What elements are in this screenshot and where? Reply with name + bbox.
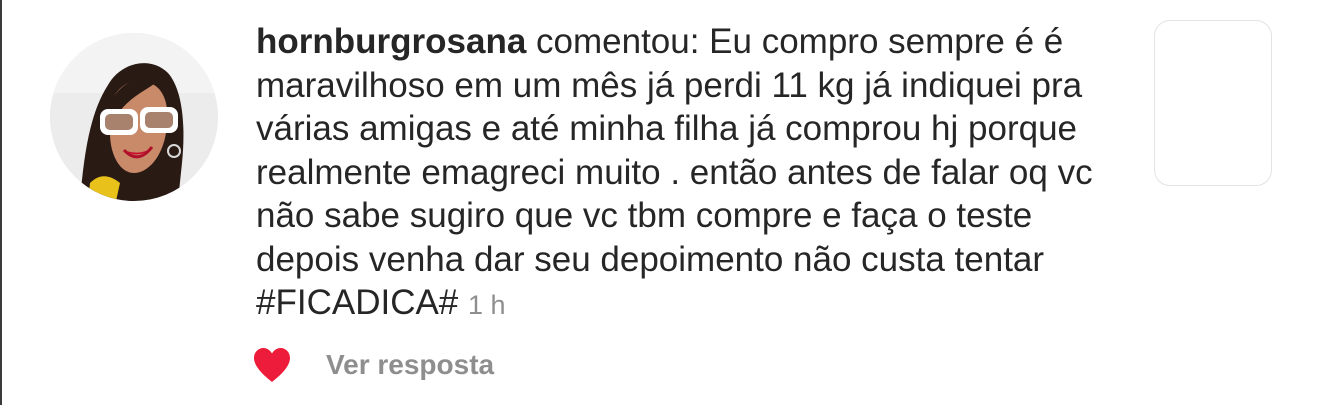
avatar[interactable] bbox=[50, 33, 218, 201]
view-replies-button[interactable]: Ver resposta bbox=[326, 349, 494, 381]
comment-actions: Ver resposta bbox=[252, 343, 494, 387]
avatar-photo bbox=[50, 33, 218, 201]
comment-username[interactable]: hornburgrosana bbox=[256, 22, 526, 61]
post-thumbnail[interactable] bbox=[1154, 20, 1272, 186]
comment-text: hornburgrosana comentou: Eu compro sempr… bbox=[256, 20, 1136, 328]
heart-icon[interactable] bbox=[252, 347, 292, 383]
comment-timestamp: 1 h bbox=[468, 290, 506, 320]
left-edge-divider bbox=[0, 0, 2, 405]
comment-body: comentou: Eu compro sempre é é maravilho… bbox=[256, 22, 1093, 322]
